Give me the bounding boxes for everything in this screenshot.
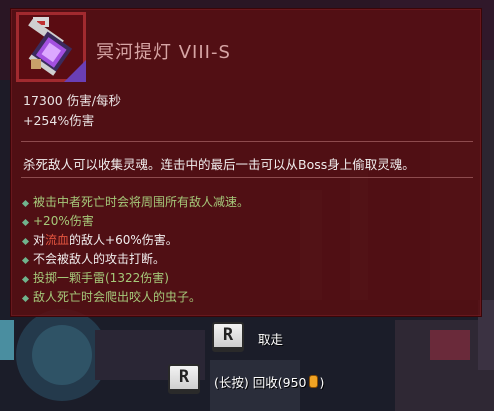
affix-item: 对流血的敌人+60%伤害。 <box>21 231 249 250</box>
affix-bullet-icon <box>21 275 30 284</box>
affix-item: 不会被敌人的攻击打断。 <box>21 250 249 269</box>
affix-item: 投掷一颗手雷(1322伤害) <box>21 269 249 288</box>
item-name: 冥河提灯 VIII-S <box>96 42 231 63</box>
affix-item: +20%伤害 <box>21 212 249 231</box>
item-description: 杀死敌人可以收集灵魂。连击中的最后一击可以从Boss身上偷取灵魂。 <box>23 157 415 172</box>
pickup-label: 取走 <box>258 332 284 347</box>
item-stats: 17300 伤害/每秒 +254%伤害 <box>23 91 121 131</box>
affix-bullet-icon <box>21 199 30 208</box>
recycle-label: (长按) 回收(950) <box>214 375 325 390</box>
affix-item: 敌人死亡时会爬出咬人的虫子。 <box>21 288 249 307</box>
affix-list: 被击中者死亡时会将周围所有敌人减速。 +20%伤害 对流血的敌人+60%伤害。 … <box>21 193 249 307</box>
item-icon-frame <box>16 12 86 82</box>
item-tier-corner <box>64 60 86 82</box>
pickup-key[interactable]: R <box>212 322 244 352</box>
affix-bullet-icon <box>21 218 30 227</box>
recycle-gold-amount: 950 <box>282 375 307 390</box>
stat-damage-bonus: +254%伤害 <box>23 113 95 128</box>
stat-dps: 17300 伤害/每秒 <box>23 93 121 108</box>
affix-bullet-icon <box>21 294 30 303</box>
gold-coin-icon <box>308 375 318 388</box>
stats-divider <box>21 141 473 142</box>
bleed-keyword: 流血 <box>45 233 70 247</box>
item-tooltip: 冥河提灯 VIII-S 17300 伤害/每秒 +254%伤害 杀死敌人可以收集… <box>10 8 482 317</box>
recycle-key[interactable]: R <box>168 364 200 394</box>
affix-bullet-icon <box>21 237 30 246</box>
affix-item: 被击中者死亡时会将周围所有敌人减速。 <box>21 193 249 212</box>
affix-bullet-icon <box>21 256 30 265</box>
description-divider <box>21 177 473 178</box>
